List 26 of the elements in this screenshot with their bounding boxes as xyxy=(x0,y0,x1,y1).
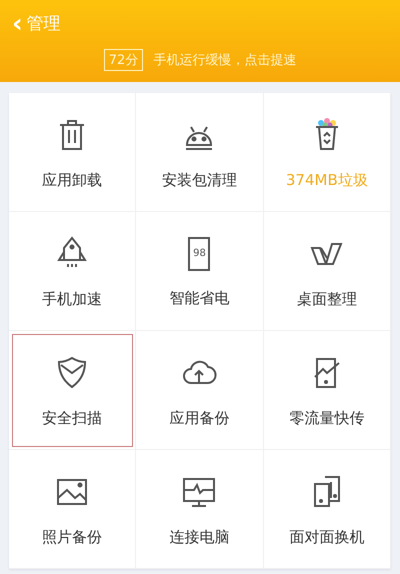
tool-label: 应用卸载 xyxy=(42,170,102,190)
tool-tile[interactable]: 安装包清理 xyxy=(136,93,264,212)
tool-tile[interactable]: 桌面整理 xyxy=(264,212,391,331)
tool-label: 连接电脑 xyxy=(169,528,230,546)
tool-tile[interactable]: 安全扫描 xyxy=(9,331,136,450)
tool-label: 安装包清理 xyxy=(162,170,237,190)
page-title: 管理 xyxy=(26,13,61,35)
tool-tile[interactable]: 应用卸载 xyxy=(9,93,136,212)
tool-label: 374MB垃圾 xyxy=(286,170,368,190)
tool-label: 面对面换机 xyxy=(289,528,364,546)
tool-label: 智能省电 xyxy=(169,288,230,308)
tool-label: 安全扫描 xyxy=(42,408,102,428)
tool-tile[interactable]: 照片备份 xyxy=(9,450,136,569)
tool-tile[interactable]: 应用备份 xyxy=(136,331,264,450)
tool-tile[interactable]: 连接电脑 xyxy=(136,450,264,569)
score-badge: 72分 xyxy=(104,49,144,71)
tool-label: 应用备份 xyxy=(169,408,230,428)
tool-label: 照片备份 xyxy=(42,528,102,546)
tool-label: 零流量快传 xyxy=(289,408,364,428)
battery-level: 98 xyxy=(193,248,206,259)
tool-label: 手机加速 xyxy=(42,290,102,308)
tool-label: 桌面整理 xyxy=(296,290,357,308)
tool-tile[interactable]: 面对面换机 xyxy=(264,450,391,569)
tool-tile[interactable]: 手机加速 xyxy=(9,212,136,331)
tool-tile[interactable]: 零流量快传 xyxy=(264,331,391,450)
tool-tile[interactable]: 98 智能省电 xyxy=(136,212,264,331)
